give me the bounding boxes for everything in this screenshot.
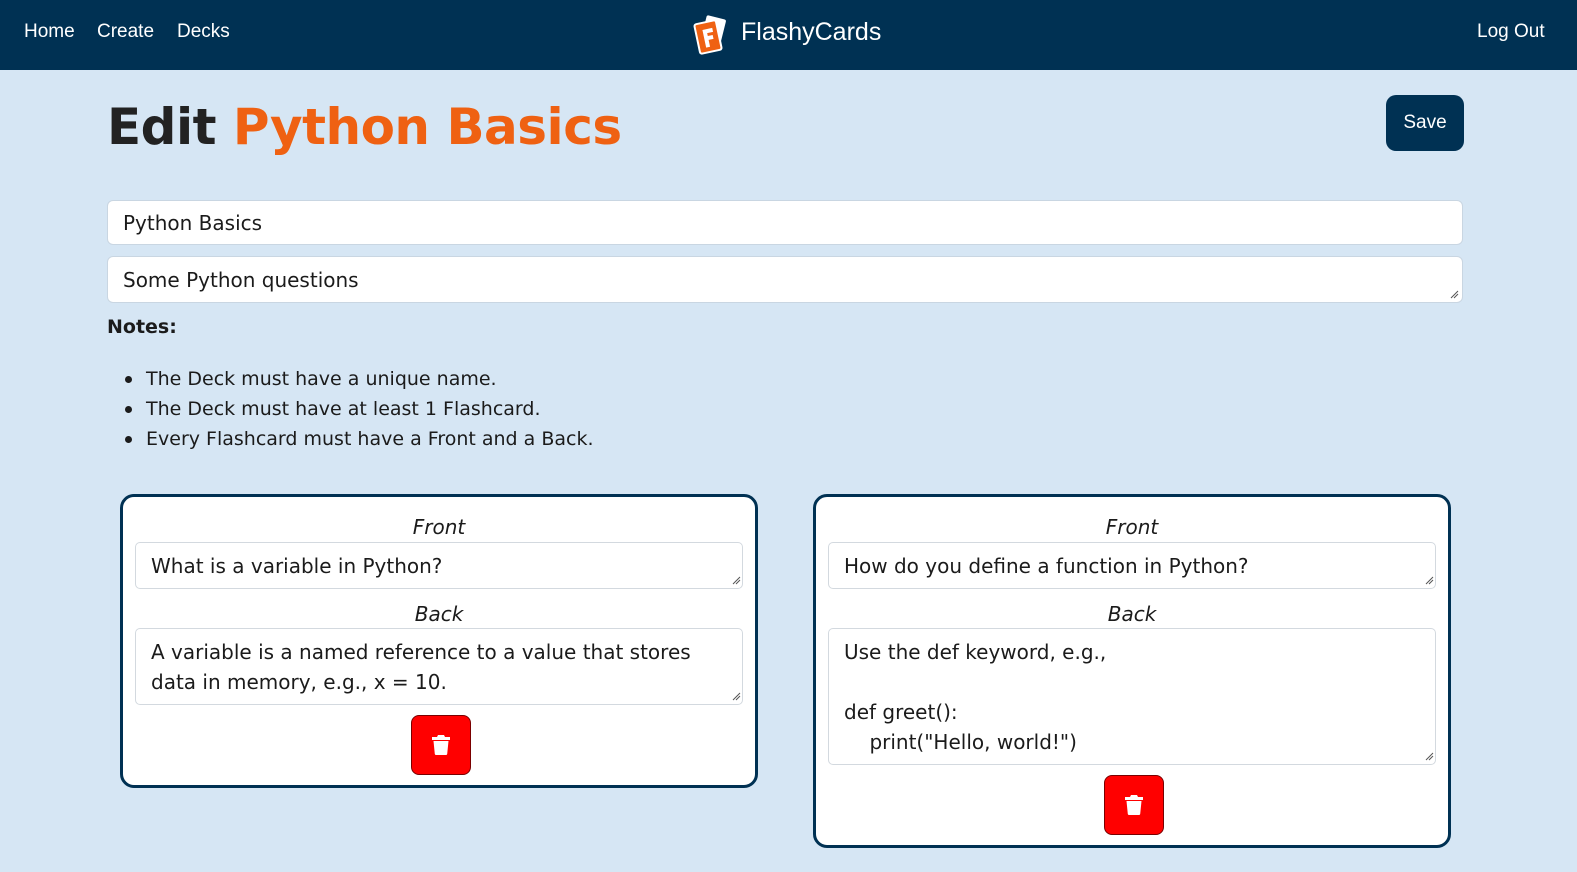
top-navbar: Home Create Decks FlashyCards Log Out: [0, 0, 1577, 70]
delete-card-button[interactable]: [411, 715, 471, 775]
notes-item: The Deck must have at least 1 Flashcard.: [125, 394, 594, 424]
trash-icon: [1125, 795, 1143, 815]
resize-grip-icon[interactable]: [732, 576, 741, 585]
deck-name-value: Python Basics: [123, 210, 263, 235]
page-title-deck-name: Python Basics: [232, 98, 622, 156]
resize-grip-icon[interactable]: [1425, 576, 1434, 585]
flashcard-editor: Front What is a variable in Python? Back…: [120, 494, 758, 788]
deck-name-input[interactable]: Python Basics: [107, 200, 1463, 245]
delete-card-button[interactable]: [1104, 775, 1164, 835]
front-textarea[interactable]: What is a variable in Python?: [135, 542, 743, 589]
flashcard-editor: Front How do you define a function in Py…: [813, 494, 1451, 848]
front-label: Front: [412, 515, 466, 539]
logout-link[interactable]: Log Out: [1477, 21, 1545, 43]
trash-icon: [432, 735, 450, 755]
resize-grip-icon[interactable]: [732, 692, 741, 701]
deck-description-value: Some Python questions: [123, 267, 359, 292]
nav-decks-link[interactable]: Decks: [177, 21, 230, 43]
notes-item: Every Flashcard must have a Front and a …: [125, 424, 594, 454]
brand-name: FlashyCards: [741, 17, 882, 46]
back-label: Back: [414, 602, 464, 626]
notes-list: The Deck must have a unique name. The De…: [125, 364, 594, 454]
page-title-prefix: Edit: [107, 98, 217, 156]
front-textarea[interactable]: How do you define a function in Python?: [828, 542, 1436, 589]
front-label: Front: [1105, 515, 1159, 539]
page-title: Edit Python Basics: [107, 98, 622, 156]
nav-home-link[interactable]: Home: [24, 21, 75, 43]
back-textarea[interactable]: A variable is a named reference to a val…: [135, 628, 743, 705]
resize-grip-icon[interactable]: [1425, 752, 1434, 761]
flashcards-logo-icon: [693, 15, 726, 55]
save-button[interactable]: Save: [1386, 95, 1464, 151]
notes-item: The Deck must have a unique name.: [125, 364, 594, 394]
nav-create-link[interactable]: Create: [97, 21, 154, 43]
notes-label: Notes:: [107, 316, 177, 338]
resize-grip-icon[interactable]: [1450, 290, 1459, 299]
deck-description-textarea[interactable]: Some Python questions: [107, 256, 1463, 303]
back-textarea[interactable]: Use the def keyword, e.g., def greet(): …: [828, 628, 1436, 765]
brand[interactable]: FlashyCards: [693, 14, 881, 56]
back-label: Back: [1107, 602, 1157, 626]
